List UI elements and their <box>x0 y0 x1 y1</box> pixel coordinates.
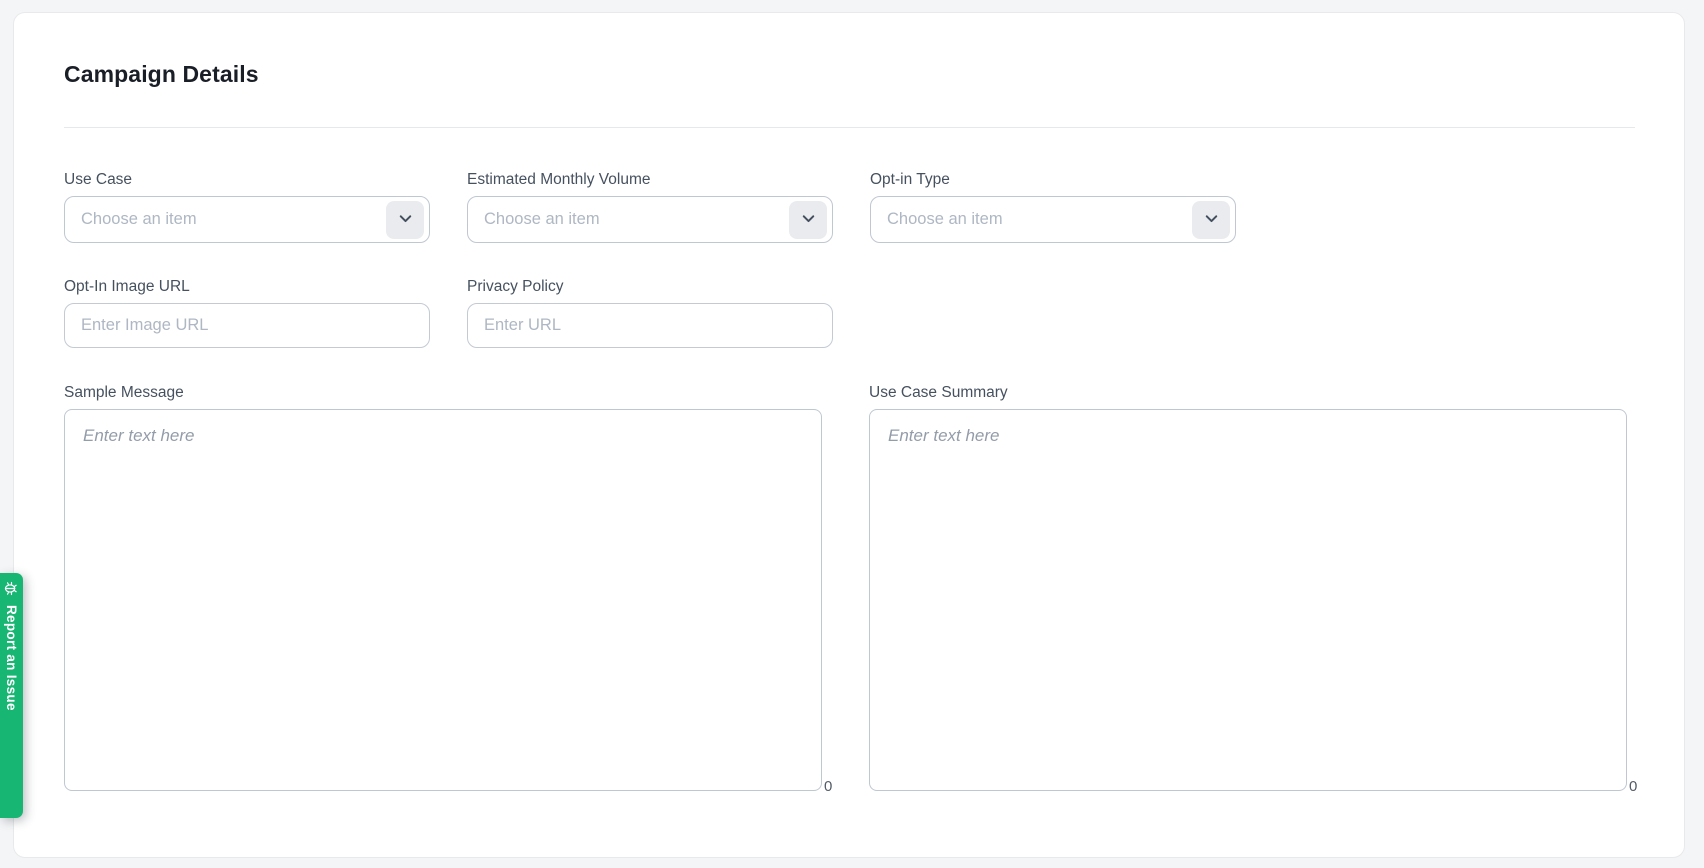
url-input-row: Opt-In Image URL Privacy Policy <box>64 278 1635 348</box>
monthly-volume-label: Estimated Monthly Volume <box>467 171 833 189</box>
sample-message-textarea[interactable] <box>64 409 822 791</box>
privacy-policy-field: Privacy Policy <box>467 278 833 348</box>
sample-message-field: Sample Message 0 <box>64 384 822 791</box>
opt-in-type-field: Opt-in Type Choose an item <box>870 171 1236 243</box>
use-case-field: Use Case Choose an item <box>64 171 430 243</box>
title-divider <box>64 127 1635 128</box>
opt-in-type-select[interactable]: Choose an item <box>870 196 1236 243</box>
privacy-policy-input[interactable] <box>467 303 833 348</box>
sample-message-label: Sample Message <box>64 384 822 402</box>
use-case-summary-field: Use Case Summary 0 <box>869 384 1627 791</box>
bug-icon <box>3 580 20 597</box>
opt-in-image-url-label: Opt-In Image URL <box>64 278 430 296</box>
use-case-label: Use Case <box>64 171 430 189</box>
opt-in-type-label: Opt-in Type <box>870 171 1236 189</box>
use-case-summary-label: Use Case Summary <box>869 384 1627 402</box>
use-case-select[interactable]: Choose an item <box>64 196 430 243</box>
monthly-volume-select[interactable]: Choose an item <box>467 196 833 243</box>
monthly-volume-chevron-button[interactable] <box>789 201 827 239</box>
chevron-down-icon <box>396 209 415 231</box>
textarea-row: Sample Message 0 Use Case Summary 0 <box>64 384 1635 791</box>
report-an-issue-ribbon[interactable]: Report an Issue <box>0 573 23 818</box>
opt-in-type-select-value: Choose an item <box>887 210 1192 229</box>
sample-message-char-counter: 0 <box>824 779 832 794</box>
opt-in-image-url-field: Opt-In Image URL <box>64 278 430 348</box>
use-case-summary-textarea[interactable] <box>869 409 1627 791</box>
privacy-policy-label: Privacy Policy <box>467 278 833 296</box>
monthly-volume-select-value: Choose an item <box>484 210 789 229</box>
opt-in-type-chevron-button[interactable] <box>1192 201 1230 239</box>
use-case-summary-char-counter: 0 <box>1629 779 1637 794</box>
chevron-down-icon <box>1202 209 1221 231</box>
page-title: Campaign Details <box>64 60 1635 88</box>
monthly-volume-field: Estimated Monthly Volume Choose an item <box>467 171 833 243</box>
use-case-select-value: Choose an item <box>81 210 386 229</box>
dropdown-row: Use Case Choose an item Estimated Monthl… <box>64 171 1635 243</box>
campaign-details-card: Campaign Details Use Case Choose an item… <box>13 12 1685 858</box>
report-an-issue-label: Report an Issue <box>4 605 19 711</box>
chevron-down-icon <box>799 209 818 231</box>
opt-in-image-url-input[interactable] <box>64 303 430 348</box>
use-case-chevron-button[interactable] <box>386 201 424 239</box>
